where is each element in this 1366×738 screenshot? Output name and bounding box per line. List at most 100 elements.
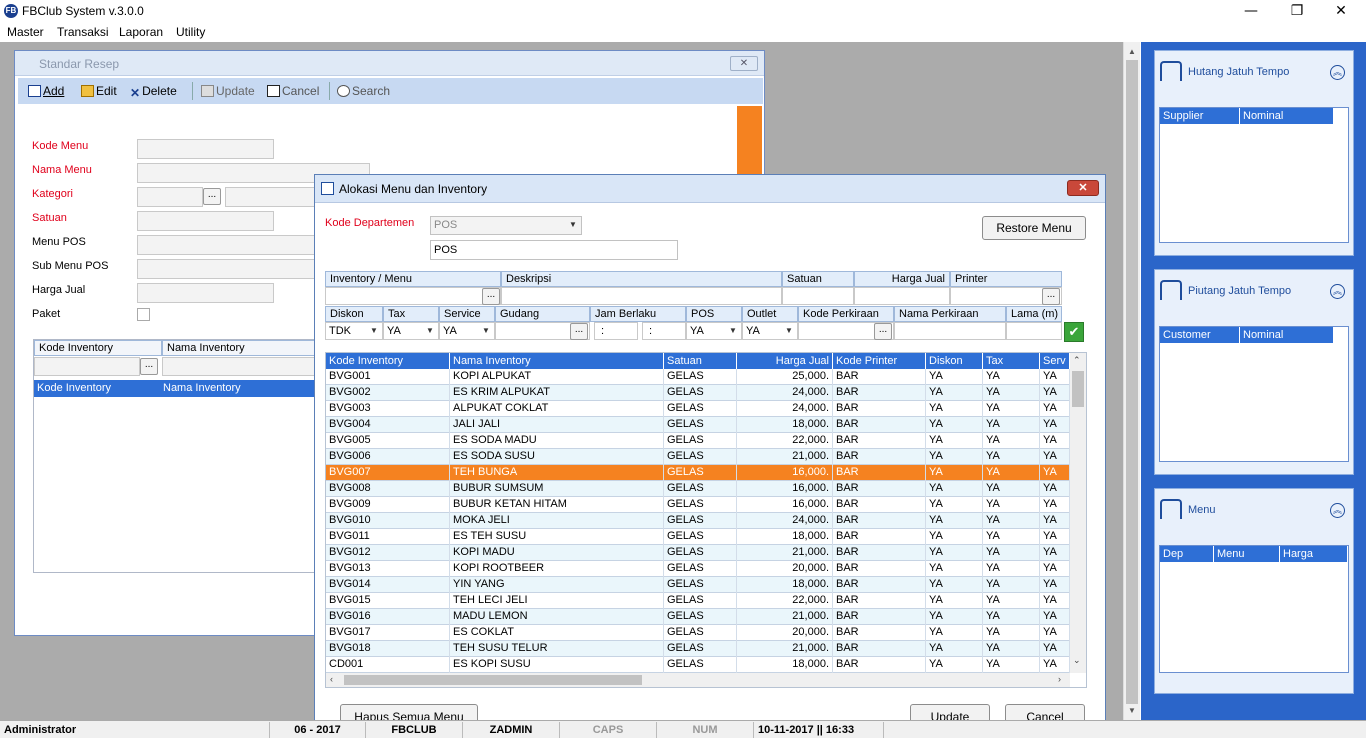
kode-departemen-select[interactable]: POS ▼ [430,216,582,235]
tax-select[interactable]: YA ▼ [383,322,439,340]
close-app-button[interactable]: ✕ [1318,0,1364,22]
minimize-button[interactable]: — [1228,0,1274,22]
search-button[interactable]: Search [337,84,390,98]
kategori-browse-button[interactable]: ... [203,188,221,205]
grid-cell-printer: BAR [833,513,926,529]
grid-row-selected[interactable]: BVG007 TEH BUNGA GELAS 16,000. BAR YA YA YA [326,465,1070,481]
grid-cell-tax: YA [983,577,1040,593]
grid-cell-harga: 22,000. [737,593,833,609]
restore-menu-button[interactable]: Restore Menu [982,216,1086,240]
grid-row[interactable]: BVG013 KOPI ROOTBEER GELAS 20,000. BAR YA YA YA [326,561,1070,577]
satuan-input[interactable] [782,287,854,305]
grid-row[interactable]: BVG008 BUBUR SUMSUM GELAS 16,000. BAR YA YA YA [326,481,1070,497]
kode-menu-input[interactable] [137,139,274,159]
grid-horizontal-scrollbar[interactable]: ‹ › [326,673,1070,687]
add-button[interactable]: Add [28,84,64,98]
grid-row[interactable]: BVG017 ES COKLAT GELAS 20,000. BAR YA YA YA [326,625,1070,641]
gudang-browse-button[interactable]: ... [570,323,588,340]
grid-cell-service: YA [1040,401,1070,417]
edit-button[interactable]: Edit [81,84,117,98]
grid-row[interactable]: BVG015 TEH LECI JELI GELAS 22,000. BAR YA YA YA [326,593,1070,609]
restore-button[interactable]: ❐ [1274,0,1320,22]
satuan-input[interactable] [137,211,274,231]
lama-input[interactable] [1006,322,1062,340]
inventory-browse-button[interactable]: ... [482,288,500,305]
grid-row[interactable]: BVG010 MOKA JELI GELAS 24,000. BAR YA YA YA [326,513,1070,529]
menu-master[interactable]: Master [7,25,44,39]
clip-icon [1160,61,1182,81]
standar-resep-close-button[interactable]: ✕ [730,56,758,71]
outlet-select[interactable]: YA ▼ [742,322,798,340]
kategori-code-input[interactable] [137,187,203,207]
grid-row[interactable]: BVG002 ES KRIM ALPUKAT GELAS 24,000. BAR YA YA… [326,385,1070,401]
grid-cell-printer: BAR [833,433,926,449]
inv-nama-input[interactable] [162,357,315,376]
printer-browse-button[interactable]: ... [1042,288,1060,305]
grid-row[interactable]: BVG009 BUBUR KETAN HITAM GELAS 16,000. BAR YA… [326,497,1070,513]
piutang-table: Customer Nominal [1159,326,1349,462]
inventory-menu-input[interactable] [325,287,501,305]
grid-row[interactable]: BVG006 ES SODA SUSU GELAS 21,000. BAR YA YA YA [326,449,1070,465]
menu-transaksi[interactable]: Transaksi [57,25,109,39]
delete-button[interactable]: ✕ Delete [130,84,177,100]
grid-row[interactable]: BVG012 KOPI MADU GELAS 21,000. BAR YA YA YA [326,545,1070,561]
menu-utility[interactable]: Utility [176,25,205,39]
grid-cell-kode: BVG013 [326,561,450,577]
jam-to-input[interactable]: : [642,322,686,340]
grid-cell-nama: ALPUKAT COKLAT [450,401,664,417]
chevron-down-icon: ▼ [569,220,577,229]
nama-perkiraan-input[interactable] [894,322,1006,340]
grid-row[interactable]: BVG005 ES SODA MADU GELAS 22,000. BAR YA YA YA [326,433,1070,449]
collapse-chevron-icon[interactable]: ︽ [1330,503,1345,518]
kategori-name-input[interactable] [225,187,317,207]
scroll-up-icon[interactable]: ▲ [1128,47,1136,56]
grid-row[interactable]: BVG001 KOPI ALPUKAT GELAS 25,000. BAR YA YA YA [326,369,1070,385]
menu-pos-input[interactable] [137,235,317,255]
diskon-select[interactable]: TDK ▼ [325,322,383,340]
grid-row[interactable]: BVG018 TEH SUSU TELUR GELAS 21,000. BAR YA YA Y… [326,641,1070,657]
inv-browse-button[interactable]: ... [140,358,158,375]
grid-row[interactable]: CD001 ES KOPI SUSU GELAS 18,000. BAR YA YA YA [326,657,1070,673]
scroll-down-icon[interactable]: ⌄ [1073,655,1081,666]
grid-cell-diskon: YA [926,577,983,593]
collapse-chevron-icon[interactable]: ︽ [1330,284,1345,299]
cancel-button[interactable]: Cancel [267,84,319,98]
menu-laporan[interactable]: Laporan [119,25,163,39]
scroll-right-icon[interactable]: › [1058,674,1061,684]
paket-checkbox[interactable] [137,308,150,321]
grid-row[interactable]: BVG011 ES TEH SUSU GELAS 18,000. BAR YA YA YA [326,529,1070,545]
grid-cell-satuan: GELAS [664,625,737,641]
grid-row[interactable]: BVG003 ALPUKAT COKLAT GELAS 24,000. BAR YA YA Y… [326,401,1070,417]
service-select[interactable]: YA ▼ [439,322,495,340]
grid-hscroll-thumb[interactable] [344,675,642,685]
inv-kode-input[interactable] [34,357,140,376]
collapse-chevron-icon[interactable]: ︽ [1330,65,1345,80]
grid-scroll-thumb[interactable] [1072,371,1084,407]
status-bar: Administrator 06 - 2017 FBCLUB ZADMIN CA… [0,720,1366,738]
grid-row[interactable]: BVG016 MADU LEMON GELAS 21,000. BAR YA YA YA [326,609,1070,625]
update-button[interactable]: Update [201,84,255,98]
mdi-vertical-scrollbar[interactable]: ▲ ▼ [1123,42,1140,720]
pos-select[interactable]: YA ▼ [686,322,742,340]
grid-row[interactable]: BVG004 JALI JALI GELAS 18,000. BAR YA YA YA [326,417,1070,433]
jam-from-input[interactable]: : [594,322,638,340]
harga-jual-input[interactable] [137,283,274,303]
scroll-up-icon[interactable]: ⌃ [1073,355,1081,366]
scroll-left-icon[interactable]: ‹ [330,674,333,684]
grid-cell-diskon: YA [926,497,983,513]
inv-kode-header: Kode Inventory [34,340,162,356]
grid-cell-service: YA [1040,481,1070,497]
kode-perkiraan-browse-button[interactable]: ... [874,323,892,340]
grid-cell-nama: ES TEH SUSU [450,529,664,545]
grid-cell-satuan: GELAS [664,577,737,593]
grid-cell-tax: YA [983,593,1040,609]
scroll-down-icon[interactable]: ▼ [1128,706,1136,715]
confirm-check-button[interactable]: ✔ [1064,322,1084,342]
sub-menu-pos-input[interactable] [137,259,317,279]
scroll-thumb[interactable] [1126,60,1138,704]
harga-jual-input[interactable] [854,287,950,305]
grid-row[interactable]: BVG014 YIN YANG GELAS 18,000. BAR YA YA YA [326,577,1070,593]
deskripsi-input[interactable] [501,287,782,305]
alokasi-dialog-close-button[interactable]: ✕ [1067,180,1099,196]
grid-vertical-scrollbar[interactable]: ⌃ ⌄ [1070,353,1086,673]
